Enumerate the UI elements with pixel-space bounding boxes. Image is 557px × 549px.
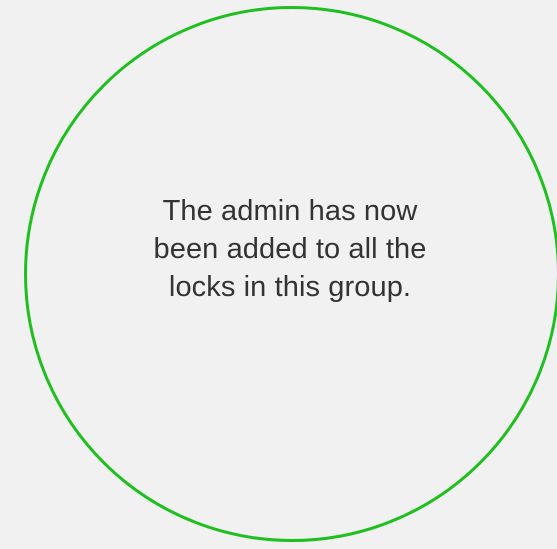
success-message-line-2: been added to all the [153, 233, 427, 265]
success-screen: The admin has now been added to all the … [0, 0, 557, 549]
success-message-line-3: locks in this group. [168, 271, 412, 303]
success-message-line-1: The admin has now [162, 195, 418, 227]
success-message: The admin has now been added to all the … [120, 192, 460, 306]
